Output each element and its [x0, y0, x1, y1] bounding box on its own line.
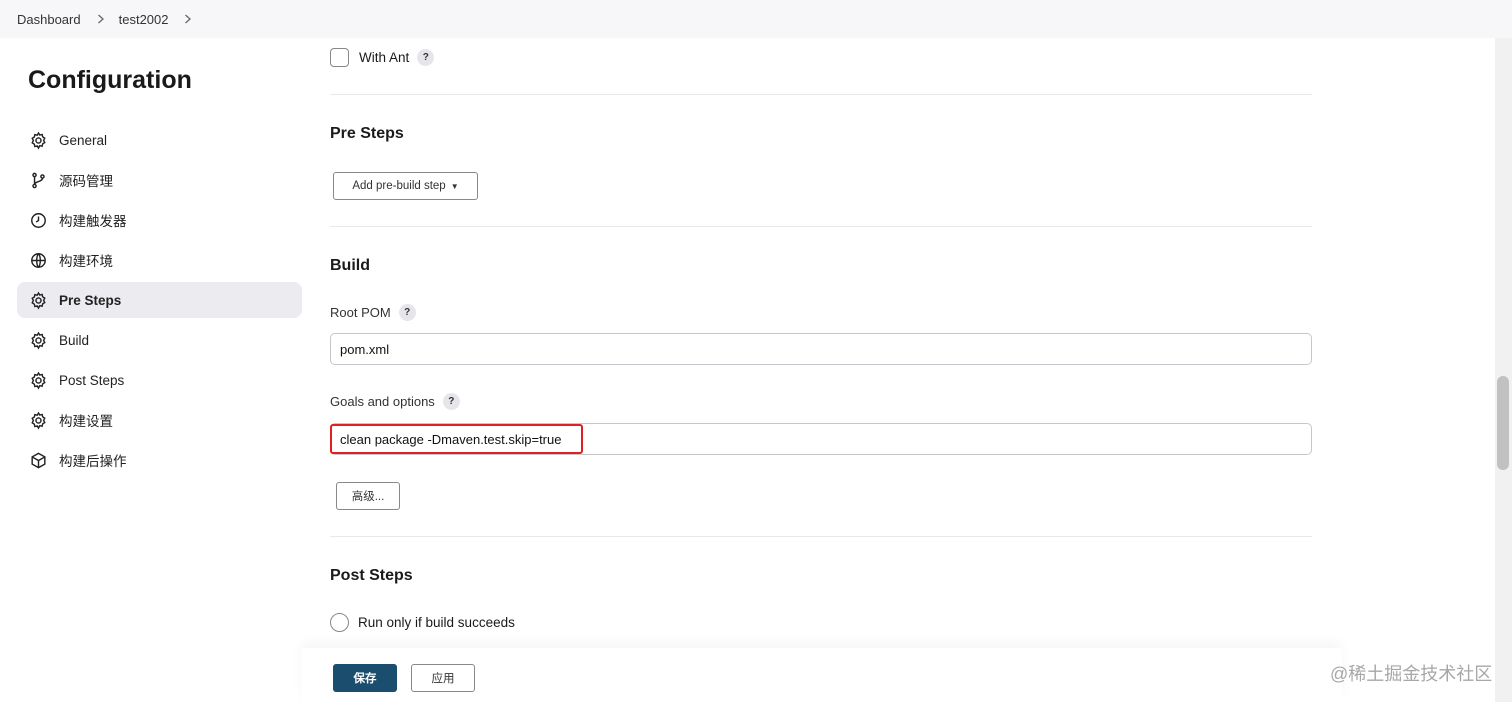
goals-label-row: Goals and options ? — [330, 393, 460, 410]
caret-down-icon: ▼ — [450, 181, 459, 191]
help-icon[interactable]: ? — [417, 49, 435, 66]
run-only-if-success-label: Run only if build succeeds — [358, 615, 515, 630]
clock-icon — [28, 210, 48, 230]
watermark: @稀土掘金技术社区 — [1330, 664, 1493, 684]
root-pom-label: Root POM — [330, 305, 391, 320]
run-only-if-success-row: Run only if build succeeds — [330, 613, 515, 632]
sidebar-item-label: 构建后操作 — [59, 454, 127, 469]
apply-button[interactable]: 应用 — [411, 664, 475, 692]
sidebar-item-label: 构建环境 — [59, 254, 113, 269]
sidebar-item-post-build[interactable]: 构建后操作 — [17, 442, 302, 478]
section-divider — [330, 226, 1312, 227]
sidebar-item-label: Build — [59, 332, 90, 348]
breadcrumb: Dashboard test2002 — [0, 0, 1512, 38]
breadcrumb-dashboard[interactable]: Dashboard — [17, 12, 81, 27]
sidebar-item-triggers[interactable]: 构建触发器 — [17, 202, 302, 238]
section-divider — [330, 94, 1312, 95]
sidebar-item-scm[interactable]: 源码管理 — [17, 162, 302, 198]
section-divider — [330, 536, 1312, 537]
gear-icon — [28, 290, 48, 310]
chevron-right-icon[interactable] — [184, 14, 192, 24]
globe-icon — [28, 250, 48, 270]
with-ant-label: With Ant — [359, 50, 410, 65]
sidebar-item-general[interactable]: General — [17, 122, 302, 158]
pre-steps-heading: Pre Steps — [330, 125, 404, 142]
gear-icon — [28, 330, 48, 350]
root-pom-input[interactable] — [330, 333, 1312, 365]
build-heading: Build — [330, 257, 370, 274]
add-pre-build-step-label: Add pre-build step — [352, 180, 446, 192]
gear-icon — [28, 410, 48, 430]
gear-icon — [28, 130, 48, 150]
add-pre-build-step-button[interactable]: Add pre-build step ▼ — [333, 172, 478, 200]
sidebar-item-label: Post Steps — [59, 372, 125, 388]
sidebar-item-build[interactable]: Build — [17, 322, 302, 358]
sidebar-item-post-steps[interactable]: Post Steps — [17, 362, 302, 398]
advanced-button[interactable]: 高级... — [336, 482, 400, 510]
root-pom-label-row: Root POM ? — [330, 304, 416, 321]
chevron-right-icon — [97, 14, 105, 24]
advanced-button-label: 高级... — [351, 491, 385, 503]
help-icon[interactable]: ? — [398, 304, 416, 321]
save-button[interactable]: 保存 — [333, 664, 397, 692]
sidebar-item-environment[interactable]: 构建环境 — [17, 242, 302, 278]
sidebar-item-label: 构建触发器 — [59, 214, 127, 229]
cube-icon — [28, 450, 48, 470]
sidebar-item-label: 源码管理 — [59, 174, 113, 189]
sidebar-item-label: 构建设置 — [59, 414, 113, 429]
with-ant-checkbox[interactable] — [330, 48, 349, 67]
git-branch-icon — [28, 170, 48, 190]
run-only-if-success-radio[interactable] — [330, 613, 349, 632]
gear-icon — [28, 370, 48, 390]
with-ant-row: With Ant ? — [330, 48, 435, 67]
sidebar-item-build-settings[interactable]: 构建设置 — [17, 402, 302, 438]
breadcrumb-job[interactable]: test2002 — [119, 12, 169, 27]
post-steps-heading: Post Steps — [330, 567, 413, 584]
sidebar-item-label: General — [59, 132, 108, 148]
goals-input[interactable] — [330, 423, 1312, 455]
sidebar-item-label: Pre Steps — [59, 292, 122, 308]
sidebar-item-pre-steps[interactable]: Pre Steps — [17, 282, 302, 318]
scrollbar-track[interactable] — [1495, 38, 1512, 702]
help-icon[interactable]: ? — [442, 393, 460, 410]
sidebar: General 源码管理 构建触发器 构建环境 Pre Steps Build — [17, 122, 302, 482]
scrollbar-thumb[interactable] — [1497, 376, 1509, 470]
page-title: Configuration — [28, 66, 192, 94]
goals-label: Goals and options — [330, 394, 435, 409]
